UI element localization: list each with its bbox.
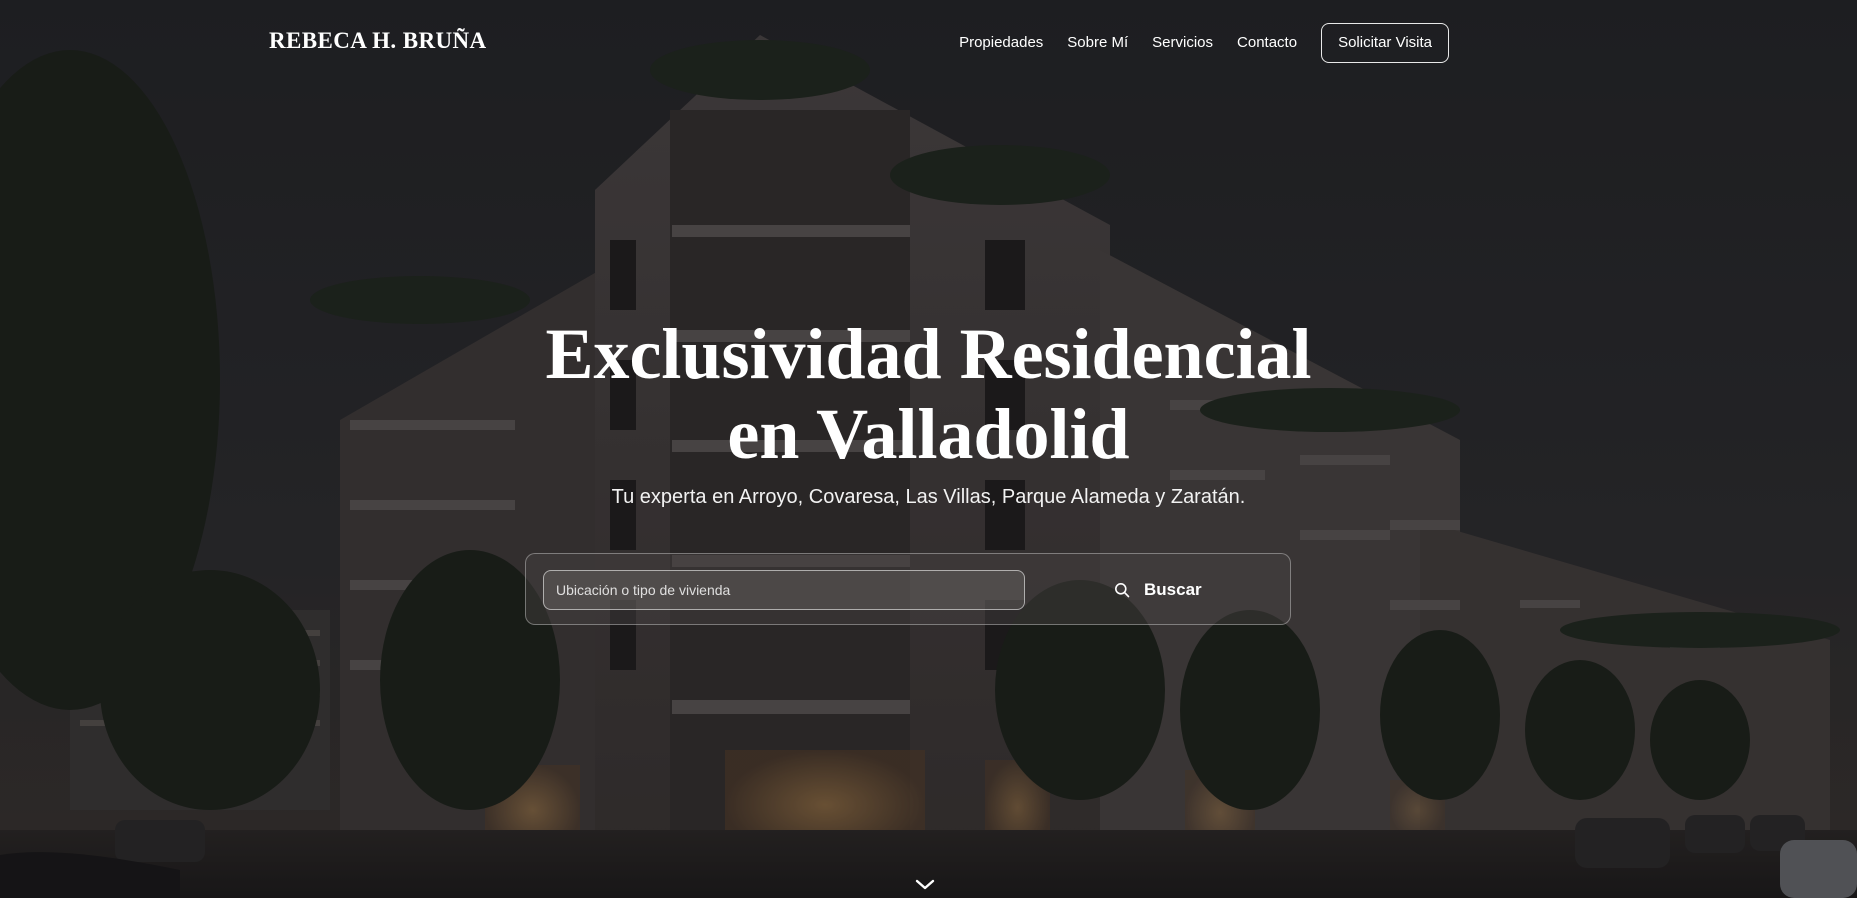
search-icon [1115,583,1130,598]
chevron-down-icon[interactable] [914,877,936,893]
nav-link-propiedades[interactable]: Propiedades [959,23,1043,63]
brand-logo[interactable]: REBECA H. BRUÑA [269,28,487,54]
search-button-label: Buscar [1144,580,1202,599]
hero-section: REBECA H. BRUÑA Propiedades Sobre Mí Ser… [0,0,1857,898]
request-visit-button[interactable]: Solicitar Visita [1321,23,1449,63]
hero-title-line-2: en Valladolid [727,394,1130,474]
nav-link-contacto[interactable]: Contacto [1237,23,1297,63]
nav-links: Propiedades Sobre Mí Servicios Contacto … [959,23,1449,63]
search-input[interactable] [543,570,1025,610]
hero-title: Exclusividad Residencial en Valladolid [0,314,1857,474]
top-navigation: REBECA H. BRUÑA Propiedades Sobre Mí Ser… [0,0,1857,86]
hero-title-line-1: Exclusividad Residencial [545,314,1312,394]
nav-link-servicios[interactable]: Servicios [1152,23,1213,63]
nav-link-sobre-mi[interactable]: Sobre Mí [1067,23,1128,63]
hero-subtitle: Tu experta en Arroyo, Covaresa, Las Vill… [611,486,1246,508]
search-panel: Buscar [525,553,1291,625]
search-button[interactable]: Buscar [1114,570,1202,610]
